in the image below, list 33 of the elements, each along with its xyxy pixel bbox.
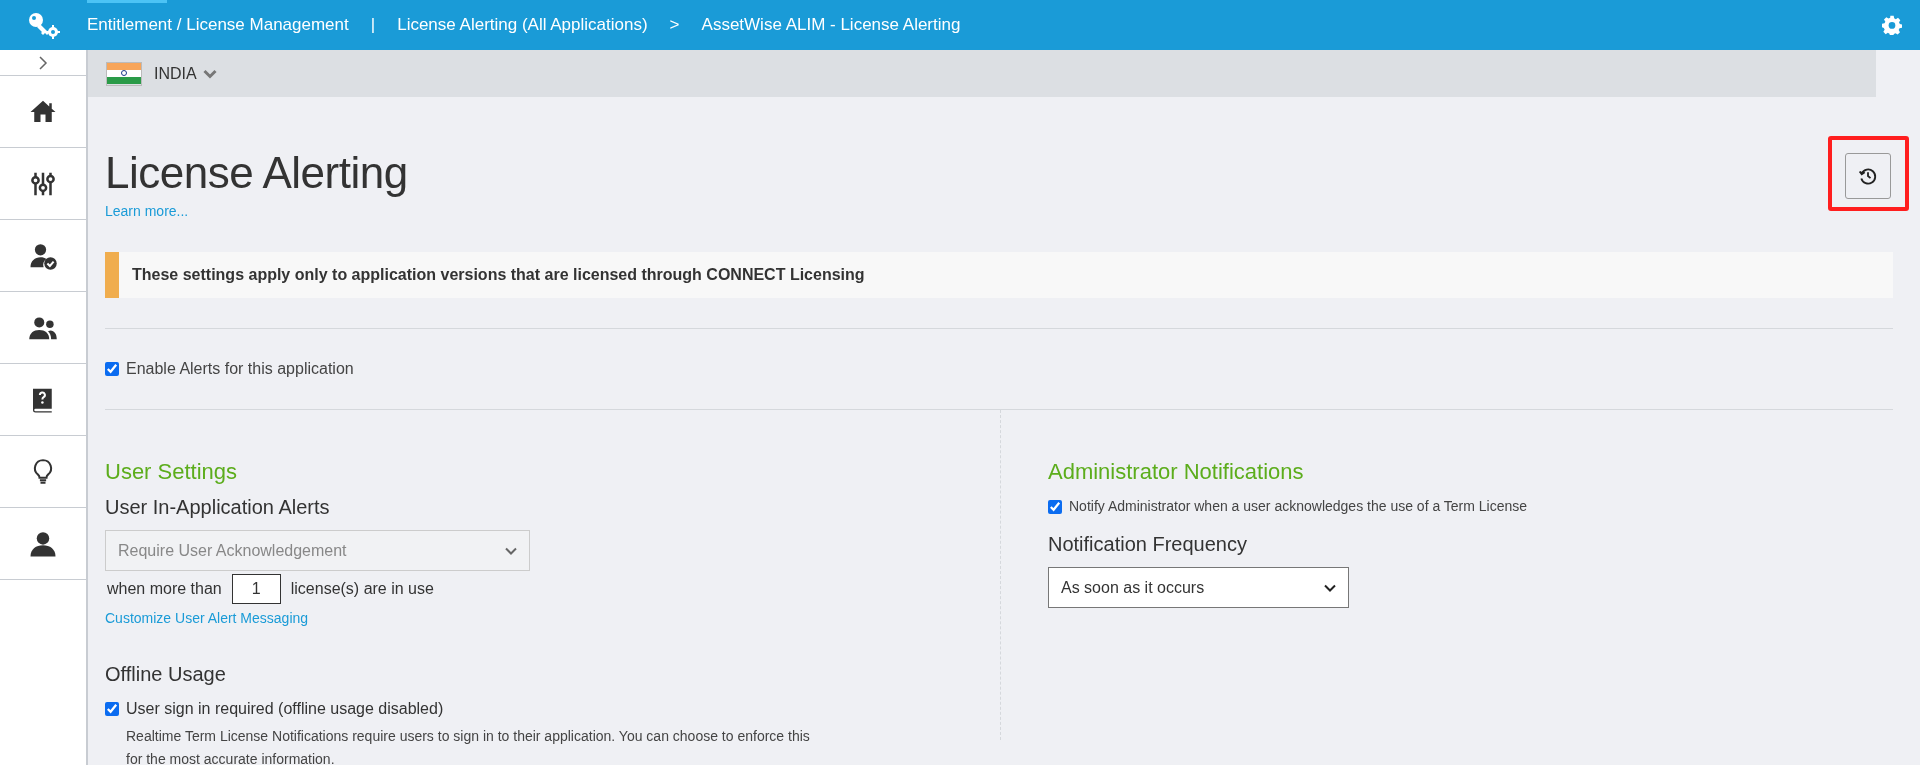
checkbox[interactable] [105,362,119,376]
help-text: Realtime Term License Notifications require users to sign in to their application. You can choose to enforce this for the most accurate information. [126,727,811,765]
customize-link[interactable]: Customize User Alert Messaging [105,608,309,629]
country-dropdown[interactable]: INDIA [154,61,217,86]
chevron-down-icon [1324,583,1336,592]
checkbox[interactable] [1048,499,1062,514]
threshold-label: license(s) are in use [290,579,434,599]
checkbox-label: Notify Administrator when a user acknowledges the use of a Term License [1069,497,1528,516]
breadcrumb-link[interactable]: AssetWise ALIM - License Alerting [701,12,961,38]
chevron-down-icon [202,68,217,79]
subsection-heading: User In-Application Alerts [105,495,331,520]
history-button[interactable] [1845,153,1891,199]
checkbox[interactable] [105,702,119,716]
section-heading: Administrator Notifications [1048,458,1305,486]
learn-more-link[interactable]: Learn more... [105,201,408,222]
checkbox-label: User sign in required (offline usage disabled) [126,699,444,719]
threshold-label: when more than [107,579,222,599]
breadcrumb-separator: > [669,14,680,37]
checkbox-label: Enable Alerts for this application [126,359,354,379]
breadcrumb-link[interactable]: License Alerting (All Applications) [397,12,648,38]
threshold-input[interactable]: 1 [231,574,281,604]
dropdown[interactable]: As soon as it occurs [1048,567,1349,608]
page-title: License Alerting [105,147,408,199]
history-icon [1858,166,1878,186]
breadcrumb-link[interactable]: Entitlement / License Management [87,12,349,38]
breadcrumb-separator: | [370,14,376,37]
subsection-heading: Offline Usage [105,662,227,687]
settings-icon[interactable] [1882,15,1902,35]
india-flag-icon [106,61,142,86]
notice-banner: These settings apply only to application versions that are licensed through CONNECT Licensing [105,252,1893,298]
chevron-down-icon [505,546,517,555]
subsection-heading: Notification Frequency [1048,532,1248,557]
section-heading: User Settings [105,458,239,486]
